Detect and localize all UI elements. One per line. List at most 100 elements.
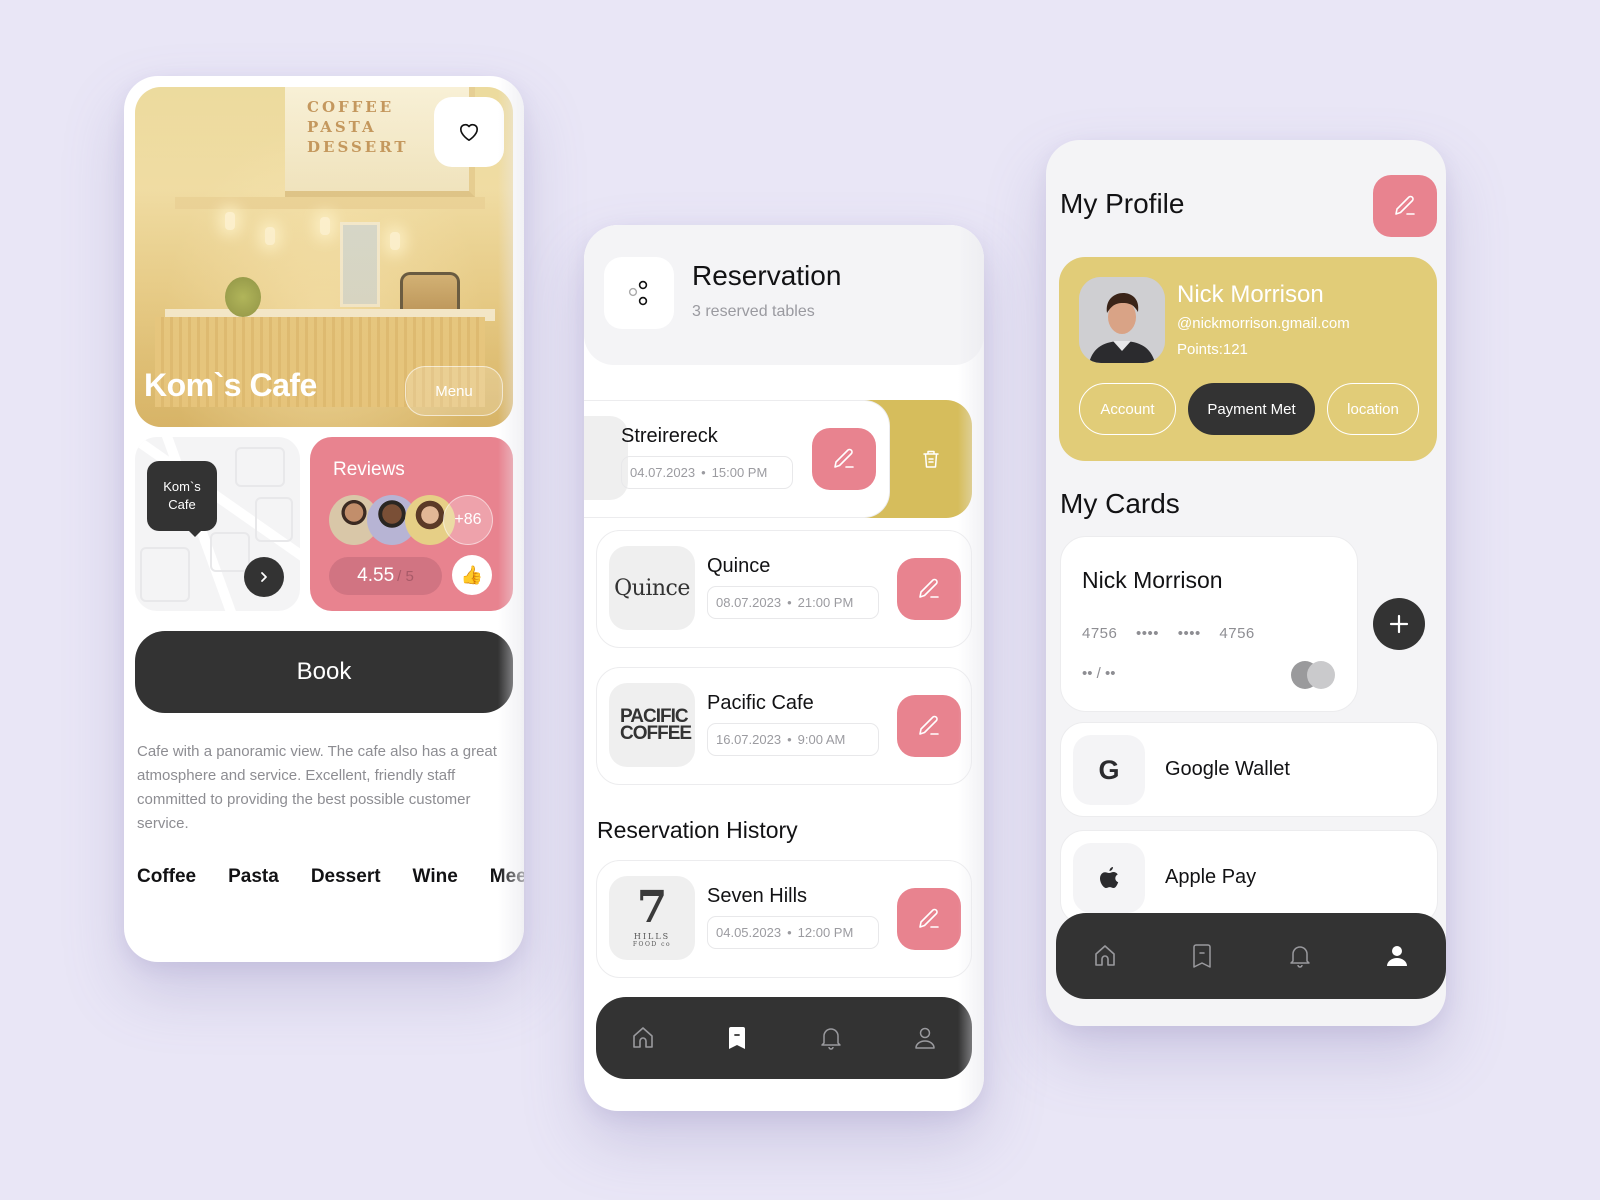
nav-profile[interactable] <box>1375 934 1419 978</box>
more-reviewers-count[interactable]: +86 <box>443 495 493 545</box>
map-block <box>235 447 285 487</box>
edit-reservation-button[interactable] <box>897 695 961 757</box>
reservation-date: 08.07.2023 <box>716 595 782 610</box>
nav-notifications[interactable] <box>1278 934 1322 978</box>
pencil-icon <box>834 448 854 468</box>
rating-badge: 4.55 / 5 <box>329 557 442 595</box>
reservation-datetime: 08.07.2023 • 21:00 PM <box>707 586 879 619</box>
trash-icon <box>923 450 939 468</box>
reservation-date: 04.05.2023 <box>716 925 782 940</box>
reservation-subtitle: 3 reserved tables <box>692 303 815 320</box>
google-icon-tile: G <box>1073 735 1145 805</box>
reservation-datetime: 04.05.2023 • 12:00 PM <box>707 916 879 949</box>
category-tab[interactable]: Coffee <box>137 866 196 888</box>
separator: • <box>787 595 792 610</box>
restaurant-logo: PACIFIC COFFEE <box>609 683 695 767</box>
pacific-logo-text: PACIFIC COFFEE <box>620 706 692 744</box>
add-card-button[interactable] <box>1373 598 1425 650</box>
pencil-icon <box>919 715 939 735</box>
rating-value: 4.55 <box>357 565 395 586</box>
category-tab[interactable]: Wine <box>413 866 458 888</box>
reservation-title: Reservation <box>692 260 842 291</box>
cafe-title: Kom`s Cafe <box>144 367 317 403</box>
cafe-map[interactable]: Kom`s Cafe <box>135 437 300 611</box>
nav-home[interactable] <box>621 1016 665 1060</box>
plus-icon <box>1389 614 1409 634</box>
reservation-time: 21:00 PM <box>797 595 854 610</box>
google-wallet-option[interactable]: G Google Wallet <box>1060 722 1438 817</box>
bookmark-icon <box>1193 944 1211 968</box>
profile-title: My Profile <box>1060 188 1185 219</box>
nav-home[interactable] <box>1083 934 1127 978</box>
wallet-label: Google Wallet <box>1165 758 1290 780</box>
pencil-icon <box>919 578 939 598</box>
profile-card: Nick Morrison @nickmorrison.gmail.com Po… <box>1059 257 1437 461</box>
card-number: 4756 •••• •••• 4756 <box>1082 625 1255 642</box>
avatar <box>1079 277 1165 363</box>
map-block <box>210 532 250 572</box>
tab-account[interactable]: Account <box>1079 383 1176 435</box>
favorite-button[interactable] <box>434 97 504 167</box>
category-tabs: Coffee Pasta Dessert Wine Meet <box>137 866 524 888</box>
home-icon <box>633 1027 653 1048</box>
home-icon <box>1094 945 1115 966</box>
restaurant-name: Streirereck <box>621 425 718 447</box>
edit-reservation-button[interactable] <box>812 428 876 490</box>
reviews-title: Reviews <box>333 459 405 480</box>
tab-location[interactable]: location <box>1327 383 1419 435</box>
reservation-time: 12:00 PM <box>797 925 854 940</box>
user-icon <box>915 1027 935 1049</box>
nav-bookmarks[interactable] <box>715 1016 759 1060</box>
category-tab[interactable]: Pasta <box>228 866 279 888</box>
user-photo <box>1079 277 1165 363</box>
edit-profile-button[interactable] <box>1373 175 1437 237</box>
nav-notifications[interactable] <box>809 1016 853 1060</box>
pencil-icon <box>1395 195 1415 215</box>
cafe-description: Cafe with a panoramic view. The cafe als… <box>137 743 497 832</box>
restaurant-name: Seven Hills <box>707 885 808 907</box>
bottom-nav <box>1056 913 1446 999</box>
my-cards-title: My Cards <box>1060 488 1180 519</box>
map-pin-label: Kom`s Cafe <box>147 461 217 537</box>
profile-tabs: Account Payment Met location <box>1079 383 1419 435</box>
tab-payment-methods[interactable]: Payment Met <box>1188 383 1315 435</box>
cafe-hero-image: COFFEE PASTA DESSERT Kom`s Cafe Menu <box>135 87 513 427</box>
separator: • <box>701 465 706 480</box>
restaurant-name: Pacific Cafe <box>707 692 814 714</box>
mastercard-icon <box>1291 661 1337 689</box>
map-block <box>255 497 293 542</box>
user-name: Nick Morrison <box>1177 281 1324 308</box>
like-button[interactable]: 👍 <box>452 555 492 595</box>
edit-reservation-button[interactable] <box>897 558 961 620</box>
apple-icon <box>1100 867 1119 888</box>
reservation-header: Reservation 3 reserved tables <box>584 225 984 365</box>
reviews-card[interactable]: Reviews +86 4.55 / 5 👍 <box>310 437 513 611</box>
bottom-nav <box>596 997 972 1079</box>
category-tab[interactable]: Dessert <box>311 866 381 888</box>
map-next-button[interactable] <box>244 557 284 597</box>
nav-bookmarks[interactable] <box>1180 934 1224 978</box>
bell-icon <box>821 1028 841 1050</box>
edit-reservation-button[interactable] <box>897 888 961 950</box>
restaurant-logo: Quince <box>609 546 695 630</box>
history-row[interactable]: 7 HILLS FOOD co Seven Hills 04.05.2023 •… <box>596 860 972 978</box>
separator: • <box>787 925 792 940</box>
reservation-time: 9:00 AM <box>797 732 846 747</box>
cafe-detail-screen: COFFEE PASTA DESSERT Kom`s Cafe Menu Kom… <box>124 76 524 962</box>
book-button[interactable]: Book <box>135 631 513 713</box>
reservation-row[interactable]: PACIFIC COFFEE Pacific Cafe 16.07.2023 •… <box>596 667 972 785</box>
restaurant-name: Quince <box>707 555 771 577</box>
reservation-row[interactable]: Quince Quince 08.07.2023 • 21:00 PM <box>596 530 972 648</box>
nav-profile[interactable] <box>903 1016 947 1060</box>
reservation-row[interactable]: Streirereck 04.07.2023 • 15:00 PM <box>584 400 890 518</box>
chevron-right-icon <box>261 572 267 582</box>
category-tab[interactable]: Meet <box>490 866 524 888</box>
menu-button[interactable]: Menu <box>405 366 503 416</box>
thumbs-up-icon: 👍 <box>460 564 484 585</box>
apple-pay-option[interactable]: Apple Pay <box>1060 830 1438 925</box>
payment-card[interactable]: Nick Morrison 4756 •••• •••• 4756 •• / •… <box>1060 536 1358 712</box>
user-email: @nickmorrison.gmail.com <box>1177 315 1350 332</box>
google-icon: G <box>1098 754 1120 785</box>
reservation-time: 15:00 PM <box>711 465 768 480</box>
user-points: Points:121 <box>1177 341 1248 358</box>
